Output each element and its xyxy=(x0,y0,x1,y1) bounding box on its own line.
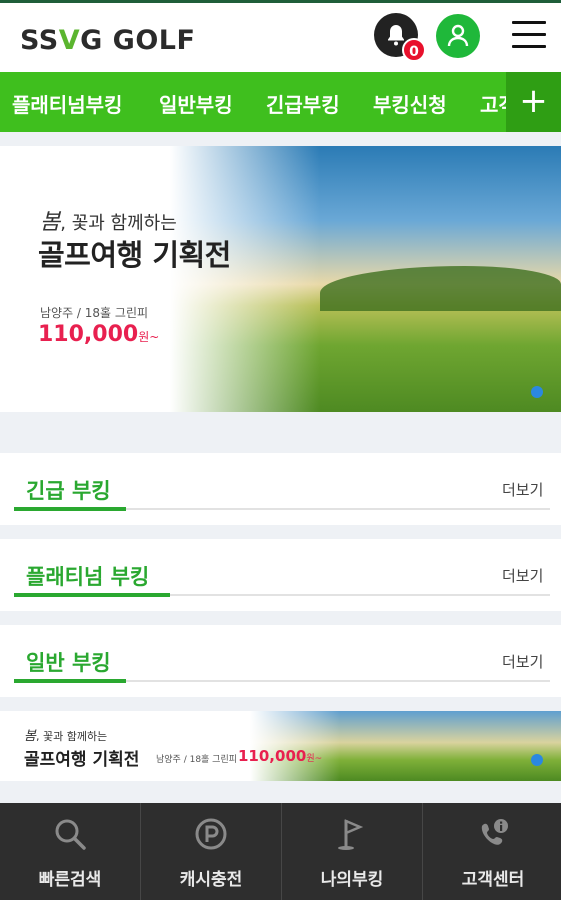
user-account-button[interactable] xyxy=(436,14,480,58)
bottom-nav-my-booking[interactable]: 나의부킹 xyxy=(281,803,421,900)
mini-price-value: 110,000 xyxy=(238,747,307,765)
bottom-nav: 빠른검색 캐시충전 나의부킹 고객센터 xyxy=(0,803,561,900)
search-icon xyxy=(55,819,86,850)
nav-item-platinum-booking[interactable]: 플래티넘부킹 xyxy=(12,89,122,118)
section-platinum-booking: 플래티넘 부킹 더보기 xyxy=(0,539,561,611)
logo-text-1: SS xyxy=(20,25,59,56)
section-title: 긴급 부킹 xyxy=(26,479,111,503)
nav-item-urgent-booking[interactable]: 긴급부킹 xyxy=(266,89,340,118)
mini-title: 골프여행 기획전 xyxy=(24,750,140,770)
logo[interactable]: SSVG GOLF xyxy=(20,25,195,56)
carousel-indicator-dot[interactable] xyxy=(531,386,543,398)
section-title-underline xyxy=(14,679,126,683)
bottom-nav-label: 고객센터 xyxy=(461,870,525,890)
menu-line-icon xyxy=(512,21,546,24)
category-nav: 플래티넘부킹 일반부킹 긴급부킹 부킹신청 고객 + xyxy=(0,72,561,132)
hero-title: 골프여행 기획전 xyxy=(38,238,231,272)
hero-price-unit: 원~ xyxy=(138,330,160,344)
mini-subtitle: 봄, 꽃과 함께하는 xyxy=(24,725,107,744)
hero-location: 남양주 / 18홀 그린피 xyxy=(40,306,149,320)
more-link[interactable]: 더보기 xyxy=(502,565,543,586)
menu-line-icon xyxy=(512,33,546,36)
section-title: 플래티넘 부킹 xyxy=(26,565,150,589)
bottom-nav-customer-center[interactable]: 고객센터 xyxy=(422,803,561,900)
golf-flag-icon xyxy=(338,819,364,850)
section-title: 일반 부킹 xyxy=(26,651,111,675)
hero-subtitle-text: , 꽃과 함께하는 xyxy=(60,213,177,234)
nav-item-general-booking[interactable]: 일반부킹 xyxy=(159,89,233,118)
section-title-underline xyxy=(14,507,126,511)
hamburger-menu-button[interactable] xyxy=(512,21,546,51)
hero-price-value: 110,000 xyxy=(38,322,139,347)
section-title-underline xyxy=(14,593,170,597)
promo-mini-banner[interactable]: 봄, 꽃과 함께하는 골프여행 기획전 남양주 / 18홀 그린피 110,00… xyxy=(0,711,561,781)
mini-price: 110,000원~ xyxy=(238,747,322,765)
hero-fade xyxy=(170,146,320,412)
bottom-nav-label: 빠른검색 xyxy=(38,870,102,890)
menu-line-icon xyxy=(512,45,546,48)
bottom-nav-label: 나의부킹 xyxy=(320,870,384,890)
mini-subtitle-text: , 꽃과 함께하는 xyxy=(35,730,108,743)
section-urgent-booking: 긴급 부킹 더보기 xyxy=(0,453,561,525)
section-general-booking: 일반 부킹 더보기 xyxy=(0,625,561,697)
nav-item-booking-request[interactable]: 부킹신청 xyxy=(373,89,447,118)
mini-fade xyxy=(250,711,340,781)
more-link[interactable]: 더보기 xyxy=(502,479,543,500)
user-icon xyxy=(447,24,469,47)
mini-location: 남양주 / 18홀 그린피 xyxy=(156,755,238,765)
bottom-nav-label: 캐시충전 xyxy=(179,870,243,890)
logo-text-2: G GOLF xyxy=(80,25,196,56)
bottom-nav-quick-search[interactable]: 빠른검색 xyxy=(0,803,140,900)
hero-price: 110,000원~ xyxy=(38,322,159,347)
phone-info-icon xyxy=(481,819,508,845)
notification-count-badge: 0 xyxy=(402,38,426,62)
mini-price-unit: 원~ xyxy=(306,754,323,764)
more-link[interactable]: 더보기 xyxy=(502,651,543,672)
mini-script-text: 봄 xyxy=(24,729,36,744)
logo-text-v: V xyxy=(58,25,81,56)
bottom-nav-cash-charge[interactable]: 캐시충전 xyxy=(140,803,280,900)
carousel-indicator-dot[interactable] xyxy=(531,754,543,766)
hero-banner[interactable]: 봄, 꽃과 함께하는 골프여행 기획전 남양주 / 18홀 그린피 110,00… xyxy=(0,146,561,412)
nav-expand-plus-button[interactable]: + xyxy=(506,72,561,132)
point-coin-icon xyxy=(195,818,227,850)
